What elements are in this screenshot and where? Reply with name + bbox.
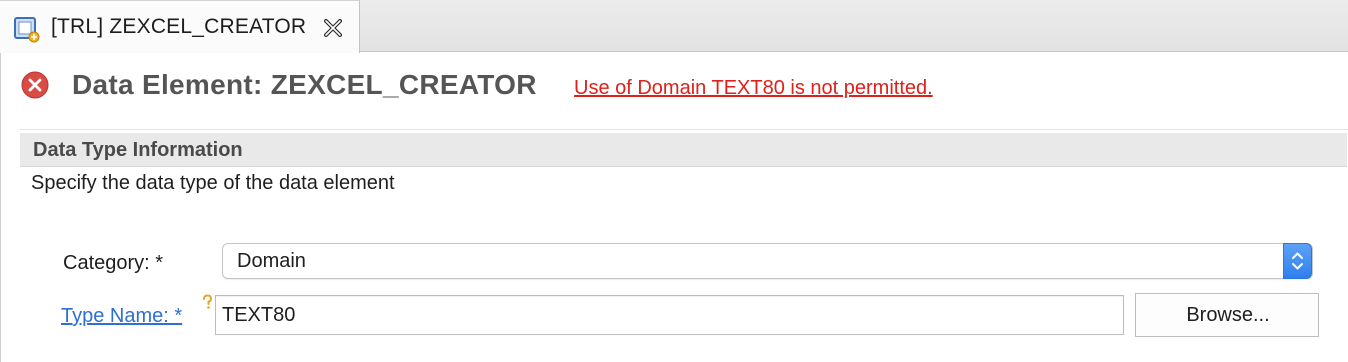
page-title: Data Element: ZEXCEL_CREATOR <box>72 69 537 100</box>
browse-button-label: Browse... <box>1186 304 1270 326</box>
category-select-value: Domain <box>237 250 306 272</box>
close-icon[interactable] <box>322 17 344 39</box>
editor-tab[interactable]: [TRL] ZEXCEL_CREATOR <box>0 0 360 53</box>
tab-label: [TRL] ZEXCEL_CREATOR <box>51 15 307 38</box>
type-name-link[interactable]: Type Name: * <box>61 305 182 328</box>
category-label: Category: * <box>63 252 164 274</box>
chevron-updown-icon <box>1292 252 1303 270</box>
editor-tab-bar: [TRL] ZEXCEL_CREATOR <box>0 0 1348 53</box>
header-divider <box>20 129 1348 130</box>
error-icon <box>21 71 49 99</box>
data-type-section: Data Type Information Specify the data t… <box>20 131 1348 362</box>
type-name-value: TEXT80 <box>222 304 296 326</box>
section-description: Specify the data type of the data elemen… <box>31 172 395 194</box>
data-element-icon <box>14 17 40 43</box>
section-header[interactable]: Data Type Information <box>20 133 1347 167</box>
error-message-link[interactable]: Use of Domain TEXT80 is not permitted. <box>574 77 933 100</box>
type-name-input[interactable]: TEXT80 <box>215 295 1124 335</box>
editor-area: Data Element: ZEXCEL_CREATOR Use of Doma… <box>0 53 1348 362</box>
browse-button[interactable]: Browse... <box>1135 293 1319 337</box>
select-arrows-button[interactable] <box>1283 243 1312 279</box>
category-select[interactable]: Domain <box>222 243 1313 279</box>
section-title: Data Type Information <box>33 139 243 161</box>
content-assist-icon <box>203 294 213 309</box>
